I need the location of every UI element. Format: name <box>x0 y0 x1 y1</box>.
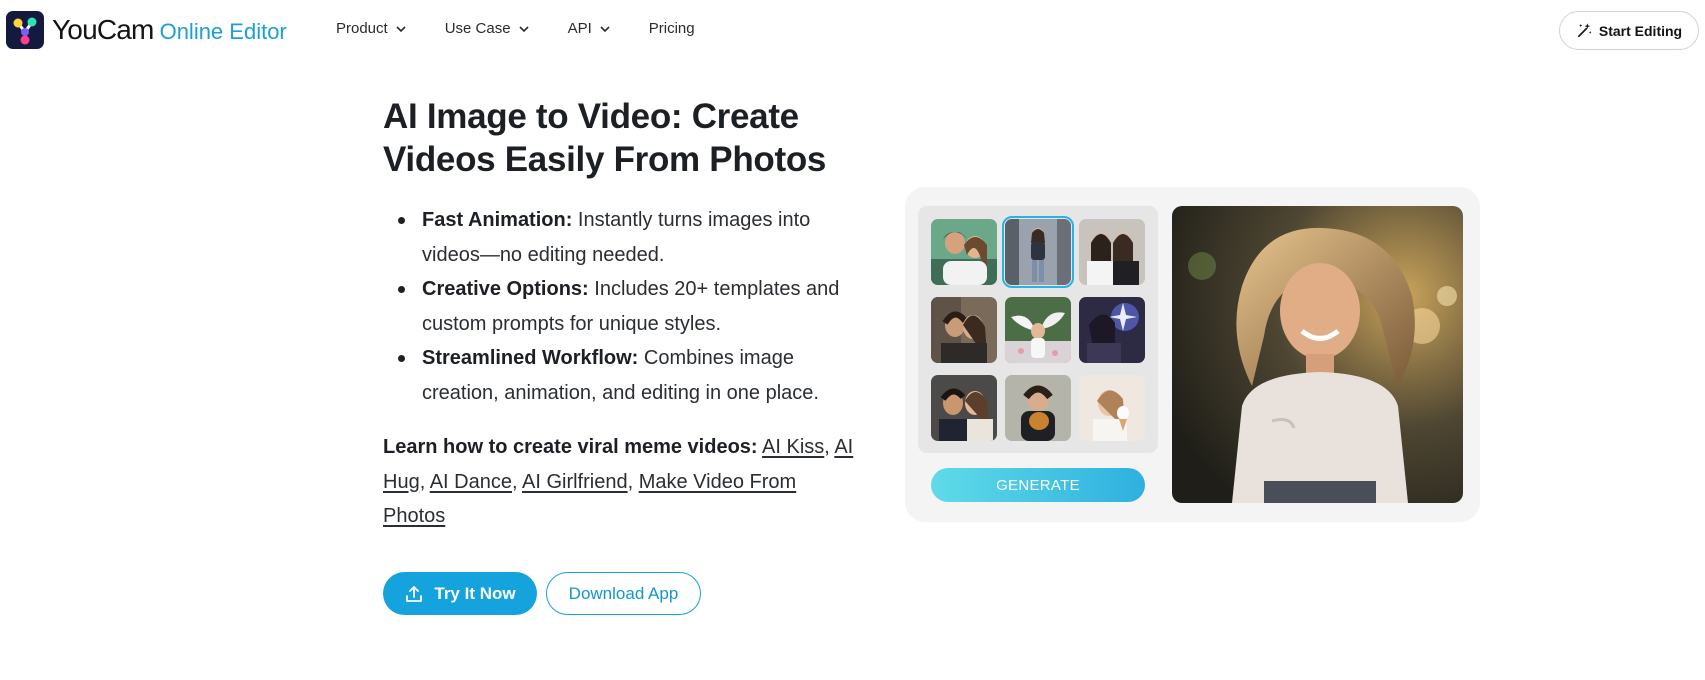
feature-title: Creative Options: <box>422 278 589 300</box>
template-thumbnail[interactable] <box>1079 297 1145 363</box>
download-app-button[interactable]: Download App <box>546 572 701 615</box>
template-grid <box>918 206 1158 453</box>
nav-api[interactable]: API <box>568 20 611 37</box>
chevron-down-icon <box>518 25 529 32</box>
brand[interactable]: YouCam Online Editor <box>52 14 287 46</box>
generate-button[interactable]: GENERATE <box>931 468 1145 502</box>
template-thumbnail-selected[interactable] <box>1002 216 1074 288</box>
top-navigation: YouCam Online Editor Product Use Case AP… <box>0 0 1705 62</box>
feature-title: Streamlined Workflow: <box>422 347 639 369</box>
link-ai-girlfriend[interactable]: AI Girlfriend <box>522 471 628 493</box>
try-it-now-button[interactable]: Try It Now <box>383 572 537 615</box>
brand-subtitle: Online Editor <box>159 19 287 44</box>
main-nav: Product Use Case API Pricing <box>336 20 733 37</box>
preview-image <box>1172 206 1463 503</box>
feature-item: Creative Options: Includes 20+ templates… <box>383 272 853 341</box>
nav-product-label: Product <box>336 20 388 37</box>
template-thumbnail[interactable] <box>931 219 997 285</box>
template-thumbnail[interactable] <box>931 297 997 363</box>
nav-product[interactable]: Product <box>336 20 407 37</box>
nav-pricing[interactable]: Pricing <box>649 20 695 37</box>
start-editing-button[interactable]: Start Editing <box>1559 11 1699 50</box>
youcam-logo-icon[interactable] <box>6 11 44 49</box>
try-it-now-label: Try It Now <box>434 583 516 603</box>
feature-item: Fast Animation: Instantly turns images i… <box>383 203 853 272</box>
nav-use-case[interactable]: Use Case <box>445 20 530 37</box>
template-thumbnail[interactable] <box>1079 219 1145 285</box>
chevron-down-icon <box>396 25 406 32</box>
template-thumbnail[interactable] <box>1079 375 1145 441</box>
chevron-down-icon <box>600 25 610 32</box>
feature-list: Fast Animation: Instantly turns images i… <box>383 203 853 410</box>
nav-pricing-label: Pricing <box>648 20 695 37</box>
nav-use-case-label: Use Case <box>444 20 511 37</box>
download-app-label: Download App <box>568 583 679 603</box>
start-editing-label: Start Editing <box>1598 22 1683 39</box>
learn-label: Learn how to create viral meme videos: <box>383 436 758 458</box>
template-thumbnail[interactable] <box>1005 297 1071 363</box>
page-title: AI Image to Video: Create Videos Easily … <box>383 97 827 179</box>
template-thumbnail[interactable] <box>1005 375 1071 441</box>
brand-name: YouCam <box>52 14 154 45</box>
link-ai-kiss[interactable]: AI Kiss <box>762 436 824 458</box>
upload-icon <box>406 585 423 602</box>
demo-panel: GENERATE <box>905 187 1480 522</box>
link-ai-dance[interactable]: AI Dance <box>430 471 512 493</box>
meme-video-links: Learn how to create viral meme videos: A… <box>383 436 854 527</box>
feature-title: Fast Animation: <box>422 209 573 231</box>
nav-api-label: API <box>567 20 592 37</box>
magic-wand-icon <box>1577 23 1592 38</box>
template-thumbnail[interactable] <box>931 375 997 441</box>
feature-item: Streamlined Workflow: Combines image cre… <box>383 341 853 410</box>
